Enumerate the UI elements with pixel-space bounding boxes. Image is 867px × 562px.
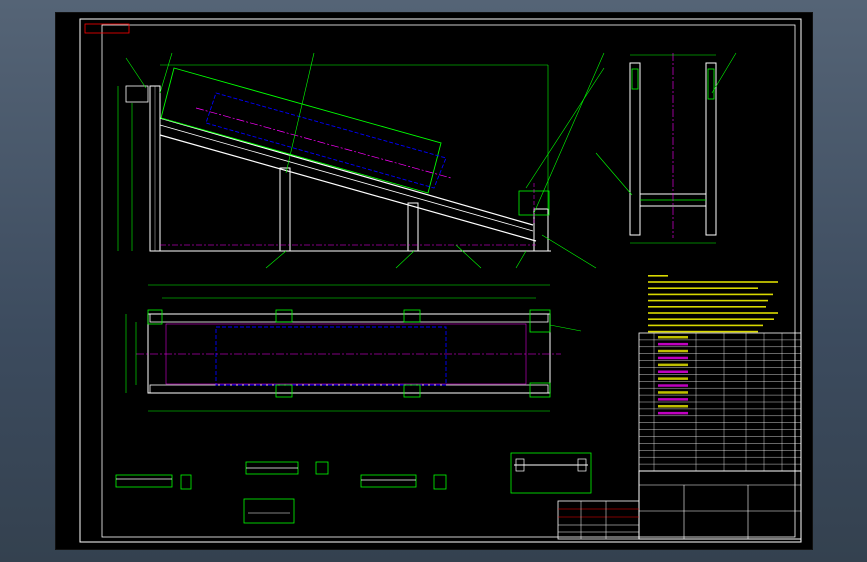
leader-4 [533,52,605,214]
leader-bottom-2 [395,250,415,269]
parts-cell-mark [658,391,688,394]
cad-window [0,0,867,562]
incline-rail-upper [159,117,534,226]
title-block-frame [638,470,802,540]
sheet-inner-border [101,24,796,538]
incline-rail-lower [159,134,537,242]
top-leg-pad-2 [403,309,421,323]
note-line-mark [648,275,668,277]
leader-bottom-1 [265,250,287,269]
parts-cell-mark [658,342,688,346]
support-leg-1 [279,167,291,252]
note-line-mark [648,312,778,314]
top-leg-pad-1 [275,309,293,323]
note-line-mark [648,306,766,308]
parts-cell-mark [658,356,688,360]
top-leg-pad-4 [403,384,421,398]
revision-frame [557,500,640,540]
parts-cell-mark [658,377,688,380]
note-line-mark [648,287,758,289]
note-line-mark [648,318,774,320]
detail-c-outline [360,474,417,488]
note-line-mark [648,299,768,302]
note-line-mark [648,281,778,283]
top-view [125,284,582,412]
front-view [117,52,605,269]
note-line-mark [648,293,773,296]
top-frame-outer [147,313,551,394]
top-leader-right [549,324,582,332]
side-top-block-r [707,68,715,100]
side-view [595,52,737,244]
sheet-outer-border [79,18,802,543]
revision-block [557,500,640,540]
leader-bottom-3 [455,244,482,269]
detail-sections [115,452,592,524]
parts-cell-mark [658,349,688,353]
note-line-mark [648,324,763,327]
top-rail-lower [149,384,549,394]
drawing-canvas [79,18,802,543]
top-end-block [529,309,551,333]
parts-cell-mark [658,370,688,373]
left-column-cap [125,85,149,103]
detail-a-outline [115,474,173,488]
notes-block [648,275,778,333]
parts-cell-mark [658,405,688,408]
leader-2 [159,52,173,94]
parts-list-grid [639,333,801,471]
parts-cell-mark [658,384,688,387]
leader-5 [525,67,605,189]
parts-cell-mark [658,336,688,339]
detail-a-profile [180,474,192,490]
notes-lines [648,275,778,333]
side-leader-2 [595,152,633,196]
parts-list [638,332,802,472]
detail-b-profile [315,461,329,475]
parts-cell-mark [658,363,688,367]
top-rail-upper [149,313,549,323]
detail-c-profile [433,474,447,490]
note-line-mark [648,330,758,333]
incline-rail-mid [159,124,534,232]
parts-cell-mark [658,411,688,415]
top-leg-pad-3 [275,384,293,398]
side-top-block [631,68,639,90]
title-block [638,470,802,540]
hopper-centerline [195,107,452,179]
top-hopper-hidden [215,326,447,386]
leader-1 [125,57,147,89]
drawing-viewport[interactable] [55,12,813,550]
detail-b-plate [243,498,295,524]
support-leg-2 [407,202,419,252]
leader-bottom-4 [515,250,527,269]
parts-cell-mark [658,398,688,401]
leader-3 [285,52,315,174]
